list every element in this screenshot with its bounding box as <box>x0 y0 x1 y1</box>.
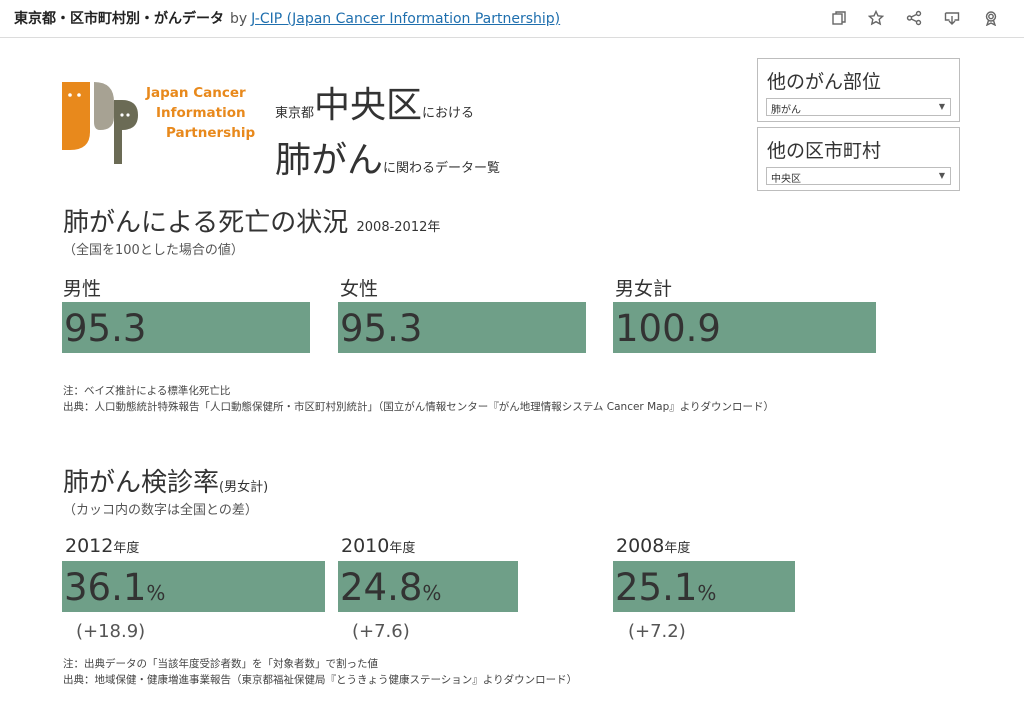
screening-title: 肺がん検診率(男女計) <box>63 462 268 499</box>
logo-dark-shape <box>114 100 138 164</box>
heading-in: における <box>422 106 475 121</box>
logo-text: Japan Cancer Information Partnership <box>146 83 255 143</box>
rate-2010-unit: % <box>422 581 442 605</box>
badge-icon[interactable] <box>982 9 1000 27</box>
year-2010-label: 2010年度 <box>341 535 415 557</box>
site-filter: 他のがん部位 肺がん ▼ <box>757 58 960 122</box>
female-value: 95.3 <box>340 307 423 350</box>
mortality-footnote-2: 出典：人口動態統計特殊報告「人口動態保健所・市区町村別統計」（国立がん情報センタ… <box>63 401 775 413</box>
site-filter-label: 他のがん部位 <box>767 71 882 93</box>
logo-line2: Information <box>156 105 246 121</box>
screening-footnote-1: 注：出典データの「当該年度受診者数」を「対象者数」で割った値 <box>63 658 378 670</box>
heading-cancer: 肺がん <box>275 140 384 181</box>
rate-2008-unit: % <box>697 581 717 605</box>
star-icon[interactable] <box>867 9 885 27</box>
screening-title-text: 肺がん検診率 <box>63 468 220 498</box>
rate-2008-diff: (+7.2) <box>628 621 686 642</box>
year-2008-suffix: 年度 <box>664 541 691 556</box>
total-label: 男女計 <box>615 278 673 300</box>
female-label: 女性 <box>340 278 379 300</box>
heading-pref: 東京都 <box>275 106 315 121</box>
year-2008: 2008 <box>616 535 665 557</box>
rate-2008-number: 25.1 <box>615 566 698 609</box>
mortality-footnote-1: 注：ベイズ推計による標準化死亡比 <box>63 385 231 397</box>
heading-related: に関わるデーター覧 <box>383 161 501 176</box>
by-label: by <box>230 11 248 27</box>
site-filter-value: 肺がん <box>771 105 801 116</box>
rate-2012-number: 36.1 <box>64 566 147 609</box>
logo-orange-shape <box>62 82 90 150</box>
workbook-title-text: 東京都・区市町村別・がんデータ <box>14 11 224 27</box>
rate-2010-value: 24.8% <box>340 566 441 609</box>
rate-2010-number: 24.8 <box>340 566 423 609</box>
city-filter-select[interactable]: 中央区 ▼ <box>766 167 951 185</box>
logo-line3: Partnership <box>166 125 256 141</box>
rate-2010-diff: (+7.6) <box>352 621 410 642</box>
rate-2012-unit: % <box>146 581 166 605</box>
screening-note: （カッコ内の数字は全国との差） <box>63 503 258 518</box>
logo-line1: Japan Cancer <box>146 85 246 101</box>
year-2012: 2012 <box>65 535 114 557</box>
mortality-title: 肺がんによる死亡の状況 2008-2012年 <box>63 202 440 239</box>
top-bar: 東京都・区市町村別・がんデータ by J-CIP (Japan Cancer Inf… <box>0 0 1024 38</box>
mortality-title-text: 肺がんによる死亡の状況 <box>63 208 349 238</box>
year-2012-label: 2012年度 <box>65 535 139 557</box>
mortality-period: 2008-2012年 <box>356 220 441 235</box>
share-icon[interactable] <box>905 9 923 27</box>
download-icon[interactable] <box>943 9 961 27</box>
site-filter-select[interactable]: 肺がん ▼ <box>766 98 951 116</box>
city-filter-label: 他の区市町村 <box>767 140 882 162</box>
city-filter-value: 中央区 <box>771 174 801 185</box>
rate-2008-value: 25.1% <box>615 566 716 609</box>
logo-gray-shape <box>94 82 114 130</box>
chevron-down-icon: ▼ <box>938 171 945 180</box>
author-link[interactable]: J-CIP (Japan Cancer Information Partners… <box>251 11 560 27</box>
year-2008-label: 2008年度 <box>616 535 690 557</box>
rate-2012-value: 36.1% <box>64 566 165 609</box>
rate-2012-diff: (+18.9) <box>76 621 146 642</box>
screening-footnote-2: 出典：地域保健・健康増進事業報告（東京都福祉保健局『とうきょう健康ステーション』… <box>63 674 578 686</box>
total-value: 100.9 <box>615 307 721 350</box>
workbook-title: 東京都・区市町村別・がんデータ by J-CIP (Japan Cancer Inf… <box>14 8 560 28</box>
duplicate-icon[interactable] <box>830 9 848 27</box>
heading-line2: 肺がんに関わるデーター覧 <box>275 131 500 183</box>
male-label: 男性 <box>63 278 102 300</box>
chevron-down-icon: ▼ <box>938 102 945 111</box>
heading-ward: 中央区 <box>314 85 423 126</box>
year-2012-suffix: 年度 <box>113 541 140 556</box>
screening-subtitle: (男女計) <box>219 480 269 495</box>
city-filter: 他の区市町村 中央区 ▼ <box>757 127 960 191</box>
male-value: 95.3 <box>64 307 147 350</box>
year-2010-suffix: 年度 <box>389 541 416 556</box>
heading-line1: 東京都中央区における <box>275 76 474 128</box>
mortality-note: （全国を100とした場合の値） <box>63 243 244 258</box>
year-2010: 2010 <box>341 535 390 557</box>
